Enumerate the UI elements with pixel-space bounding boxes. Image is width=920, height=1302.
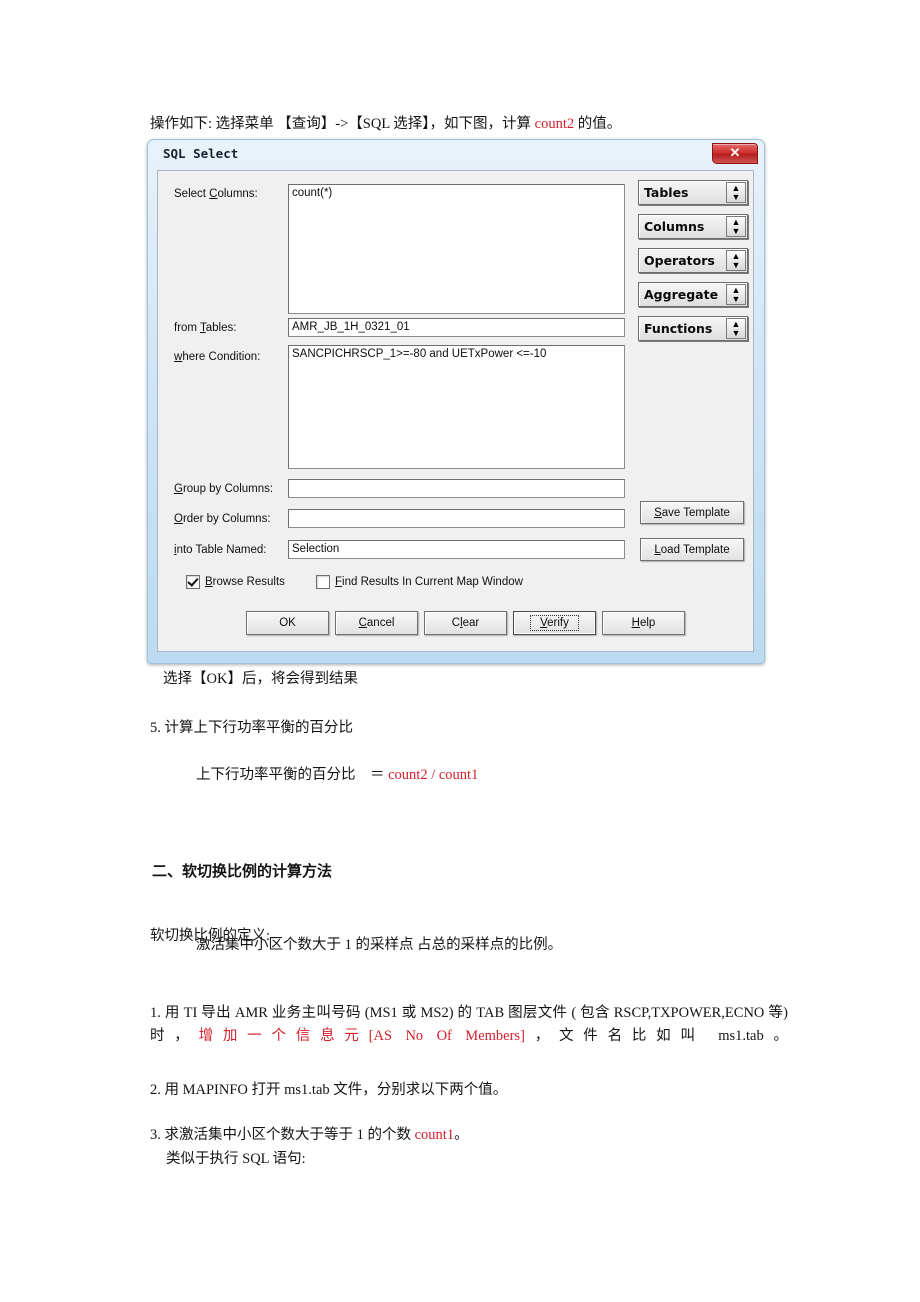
clear-button-label: Clear <box>452 617 480 629</box>
lbl-post: nto Table Named: <box>176 544 267 556</box>
group-by-columns-label: Group by Columns: <box>174 483 273 495</box>
checkbox-icon <box>186 575 200 589</box>
chevron-down-icon: ▲ ▼ <box>726 182 746 203</box>
cancel-button-label: Cancel <box>359 617 395 629</box>
browse-results-label: Browse Results <box>205 576 285 588</box>
paragraph-2: 2. 用 MAPINFO 打开 ms1.tab 文件，分别求以下两个值。 <box>150 1082 508 1098</box>
chevron-down-icon: ▲ ▼ <box>726 284 746 305</box>
from-tables-input[interactable]: AMR_JB_1H_0321_01 <box>288 318 625 337</box>
key: B <box>205 576 213 588</box>
where-condition-input[interactable]: SANCPICHRSCP_1>=-80 and UETxPower <=-10 <box>288 345 625 469</box>
p3-text-red: count1 <box>414 1127 455 1143</box>
section-2-title: 二、软切换比例的计算方法 <box>152 864 333 880</box>
pre: C <box>451 617 461 629</box>
group-by-columns-input[interactable] <box>288 479 625 498</box>
operators-dropdown[interactable]: Operators ▲ ▼ <box>638 248 748 273</box>
clear-button[interactable]: Clear <box>424 611 507 635</box>
key: S <box>654 506 662 519</box>
post: rowse Results <box>212 576 285 588</box>
key: F <box>335 576 343 588</box>
lbl-post: here Condition: <box>182 351 261 363</box>
select-columns-input[interactable]: count(*) <box>288 184 625 314</box>
columns-dropdown-label: Columns <box>644 219 705 234</box>
lbl-post: ables: <box>205 322 237 334</box>
where-condition-label: where Condition: <box>174 351 260 363</box>
tables-dropdown[interactable]: Tables ▲ ▼ <box>638 180 748 205</box>
paragraph-1: 1. 用 TI 导出 AMR 业务主叫号码 (MS1 或 MS2) 的 TAB … <box>150 1002 788 1049</box>
p1-text-b: ，文件名比如叫 ms1.tab。 <box>524 1028 788 1045</box>
p3-text-b: 。 <box>454 1127 469 1143</box>
post: oad Template <box>660 543 730 556</box>
functions-dropdown-label: Functions <box>644 321 713 336</box>
help-button-label: Help <box>632 617 656 629</box>
save-template-button[interactable]: Save Template <box>640 501 744 524</box>
key: H <box>631 617 640 629</box>
p1-text-red: 增加一个信息元[AS No Of Members] <box>198 1028 525 1045</box>
lbl-post: roup by Columns: <box>182 483 274 495</box>
lbl-post: rder by Columns: <box>182 513 271 525</box>
columns-dropdown[interactable]: Columns ▲ ▼ <box>638 214 748 239</box>
into-table-named-input[interactable]: Selection <box>288 540 625 559</box>
checkbox-icon <box>316 575 330 589</box>
formula-value: count2 / count1 <box>388 767 479 783</box>
post: ear <box>462 617 480 629</box>
p3-text-a: 3. 求激活集中小区个数大于等于 1 的个数 <box>150 1127 415 1143</box>
chevron-down-icon: ▲ ▼ <box>726 318 746 339</box>
from-tables-label: from Tables: <box>174 322 236 334</box>
document-page: 操作如下: 选择菜单 【查询】->【SQL 选择】，如下图，计算 count2 … <box>0 0 920 1302</box>
lbl-key: G <box>174 483 183 495</box>
find-results-checkbox[interactable]: Find Results In Current Map Window <box>316 575 523 589</box>
dialog-client-area: Select Columns: count(*) from Tables: AM… <box>157 170 754 652</box>
step-5-text: 5. 计算上下行功率平衡的百分比 <box>150 720 353 736</box>
lbl-post: olumns: <box>217 188 258 200</box>
into-table-named-label: into Table Named: <box>174 544 267 556</box>
sql-select-dialog: SQL Select ✕ Select Columns: count(*) fr… <box>147 139 765 664</box>
key: C <box>358 617 367 629</box>
functions-dropdown[interactable]: Functions ▲ ▼ <box>638 316 748 341</box>
intro-suffix: 的值。 <box>574 116 622 132</box>
paragraph-3-sub: 类似于执行 SQL 语句: <box>166 1151 306 1167</box>
formula-line: 上下行功率平衡的百分比 ＝ count2 / count1 <box>196 764 478 786</box>
aggregate-dropdown[interactable]: Aggregate ▲ ▼ <box>638 282 748 307</box>
verify-button-label: Verify <box>530 615 579 631</box>
load-template-label: Load Template <box>654 544 729 556</box>
post: erify <box>547 617 569 629</box>
lbl-key: O <box>174 513 183 525</box>
post: ind Results In Current Map Window <box>342 576 523 588</box>
operators-dropdown-label: Operators <box>644 253 715 268</box>
order-by-columns-input[interactable] <box>288 509 625 528</box>
after-dialog-text: 选择【OK】后，将会得到结果 <box>163 671 358 687</box>
close-icon[interactable]: ✕ <box>712 143 758 164</box>
ok-button[interactable]: OK <box>246 611 329 635</box>
formula-label: 上下行功率平衡的百分比 ＝ <box>196 767 385 783</box>
post: ave Template <box>661 506 730 519</box>
browse-results-checkbox[interactable]: Browse Results <box>186 575 285 589</box>
verify-button[interactable]: Verify <box>513 611 596 635</box>
load-template-button[interactable]: Load Template <box>640 538 744 561</box>
order-by-columns-label: Order by Columns: <box>174 513 271 525</box>
lbl-pre: from <box>174 322 200 334</box>
definition-body: 激活集中小区个数大于 1 的采样点 占总的采样点的比例。 <box>196 937 563 953</box>
help-button[interactable]: Help <box>602 611 685 635</box>
paragraph-3: 3. 求激活集中小区个数大于等于 1 的个数 count1。 <box>150 1123 790 1144</box>
post: ancel <box>366 617 395 629</box>
intro-line: 操作如下: 选择菜单 【查询】->【SQL 选择】，如下图，计算 count2 … <box>150 113 621 135</box>
dialog-title: SQL Select <box>163 146 239 161</box>
post: elp <box>639 617 656 629</box>
tables-dropdown-label: Tables <box>644 185 689 200</box>
select-columns-label: Select Columns: <box>174 188 258 200</box>
intro-prefix: 操作如下: 选择菜单 【查询】->【SQL 选择】，如下图，计算 <box>150 116 535 132</box>
chevron-down-icon: ▲ ▼ <box>726 250 746 271</box>
aggregate-dropdown-label: Aggregate <box>644 287 719 302</box>
save-template-label: Save Template <box>654 507 730 519</box>
cancel-button[interactable]: Cancel <box>335 611 418 635</box>
dialog-titlebar[interactable]: SQL Select ✕ <box>152 142 760 169</box>
chevron-down-icon: ▲ ▼ <box>726 216 746 237</box>
lbl-pre: Select <box>174 188 210 200</box>
ok-button-label: OK <box>279 617 296 629</box>
intro-count2: count2 <box>534 116 575 132</box>
find-results-label: Find Results In Current Map Window <box>335 576 523 588</box>
